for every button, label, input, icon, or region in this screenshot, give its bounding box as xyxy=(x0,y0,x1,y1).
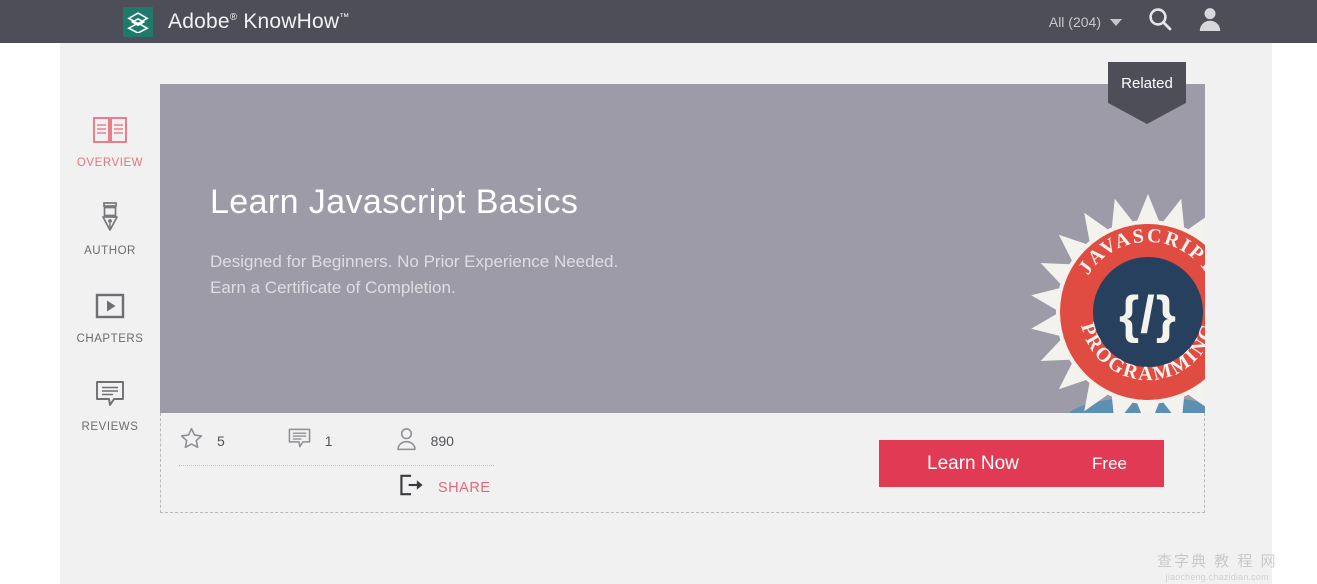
hero-subtitle: Designed for Beginners. No Prior Experie… xyxy=(210,249,810,300)
search-button[interactable] xyxy=(1146,5,1174,38)
hero-subtitle-line-2: Earn a Certificate of Completion. xyxy=(210,277,456,297)
star-icon xyxy=(179,426,204,456)
category-filter-label: All (204) xyxy=(1048,13,1101,30)
open-book-icon xyxy=(92,110,128,150)
page-title: Learn Javascript Basics xyxy=(210,183,579,221)
course-stats: 5 1 890 xyxy=(179,426,516,456)
course-hero-banner: Learn Javascript Basics Designed for Beg… xyxy=(160,84,1205,413)
brand-title: Adobe® KnowHow™ xyxy=(168,10,350,34)
stat-value: 5 xyxy=(217,433,225,449)
brand-home-link[interactable]: Adobe® KnowHow™ xyxy=(123,6,350,37)
chevron-down-icon xyxy=(1110,19,1122,26)
account-button[interactable] xyxy=(1198,6,1222,37)
learn-now-label: Learn Now xyxy=(927,452,1019,474)
price-label: Free xyxy=(1092,453,1127,473)
sidebar-item-label: CHAPTERS xyxy=(76,333,144,345)
learn-now-button[interactable]: Learn Now Free xyxy=(879,440,1164,487)
search-icon xyxy=(1146,5,1174,38)
hero-text-block: Learn Javascript Basics Designed for Beg… xyxy=(210,183,810,300)
stat-learners: 890 xyxy=(395,427,454,456)
sidebar-item-label: AUTHOR xyxy=(84,245,136,257)
user-icon xyxy=(395,427,418,456)
card-divider xyxy=(179,465,494,466)
share-export-icon xyxy=(399,473,426,502)
brand-trademark-mark: ™ xyxy=(339,11,350,23)
sidebar-item-label: REVIEWS xyxy=(81,421,139,433)
sidebar-item-reviews[interactable]: REVIEWS xyxy=(64,374,156,433)
hero-subtitle-line-1: Designed for Beginners. No Prior Experie… xyxy=(210,252,619,272)
share-label: SHARE xyxy=(438,479,491,496)
category-filter-dropdown[interactable]: All (204) xyxy=(1049,14,1122,30)
badge-center-symbol: {/} xyxy=(1119,286,1177,344)
brand-product: KnowHow xyxy=(237,9,340,33)
section-nav-rail: OVERVIEW AUTHOR CHAPTERS REVIEWS xyxy=(64,110,156,462)
stat-value: 1 xyxy=(324,433,333,449)
video-play-icon xyxy=(94,286,126,326)
sidebar-item-author[interactable]: AUTHOR xyxy=(64,198,156,257)
speech-bubble-icon xyxy=(94,374,126,414)
stat-value: 890 xyxy=(430,433,454,449)
stat-comments: 1 xyxy=(287,427,333,455)
top-bar-actions: All (204) xyxy=(1049,5,1222,38)
sidebar-item-chapters[interactable]: CHAPTERS xyxy=(64,286,156,345)
user-avatar-icon xyxy=(1198,6,1222,37)
javascript-programming-badge-icon: JAVASCRIPT PROGRAMMING {/} xyxy=(1030,194,1205,413)
pen-nib-icon xyxy=(95,198,125,238)
stat-rating: 5 xyxy=(179,426,225,456)
sidebar-item-label: OVERVIEW xyxy=(76,157,144,169)
comment-icon xyxy=(287,427,312,455)
course-actions-card: 5 1 890 SHARE Learn Now Free xyxy=(160,413,1205,513)
top-navigation-bar: Adobe® KnowHow™ All (204) xyxy=(0,0,1317,43)
adobe-layers-logo-icon xyxy=(123,6,153,37)
sidebar-item-overview[interactable]: OVERVIEW xyxy=(64,110,156,169)
share-button[interactable]: SHARE xyxy=(399,473,490,502)
brand-name: Adobe xyxy=(168,9,230,33)
